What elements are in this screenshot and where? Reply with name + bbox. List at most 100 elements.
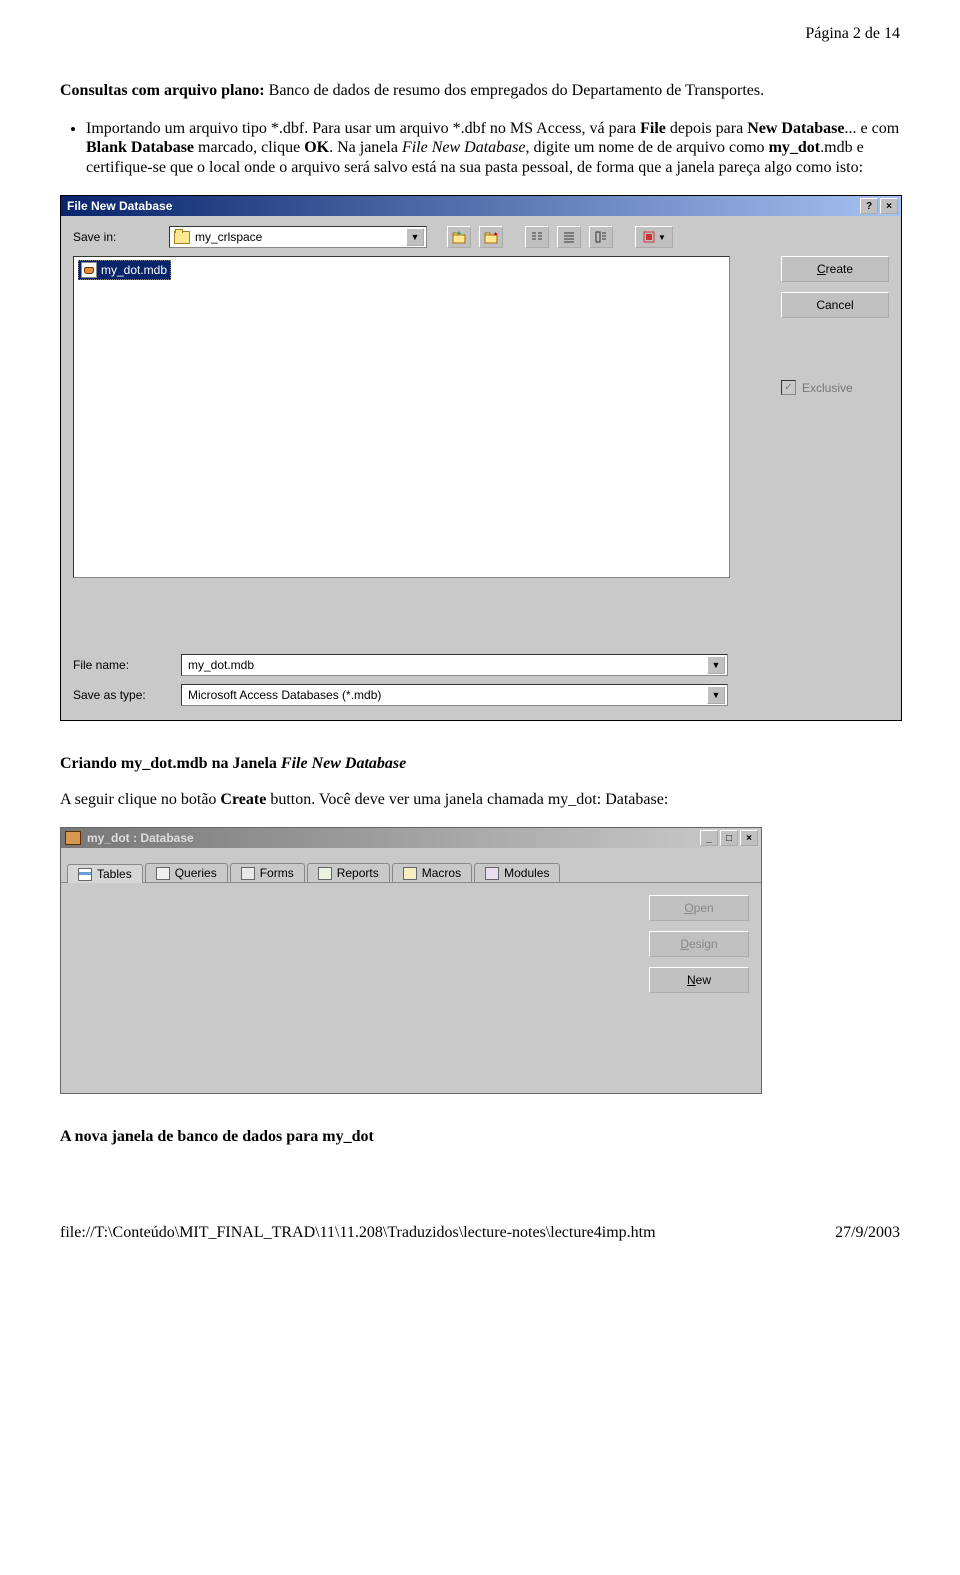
query-icon — [156, 867, 170, 880]
bullet-text-6: , digite um nome de de arquivo como — [526, 139, 769, 156]
new-folder-button[interactable]: ★ — [479, 226, 503, 248]
footer-date: 27/9/2003 — [835, 1224, 900, 1242]
caption-2: A nova janela de banco de dados para my_… — [60, 1128, 900, 1146]
properties-button[interactable] — [589, 226, 613, 248]
file-name-field[interactable]: my_dot.mdb ▼ — [181, 654, 728, 676]
dialog-titlebar: File New Database ? × — [61, 196, 901, 216]
macro-icon — [403, 867, 417, 880]
database-window: my_dot : Database _ □ × Tables Queries F… — [60, 827, 762, 1094]
module-icon — [485, 867, 499, 880]
intro-paragraph: Consultas com arquivo plano: Banco de da… — [60, 81, 900, 101]
svg-text:★: ★ — [493, 231, 498, 238]
paragraph-2: A seguir clique no botão Create button. … — [60, 791, 900, 809]
intro-rest: Banco de dados de resumo dos empregados … — [265, 82, 764, 99]
para2-mid: button. Você deve ver uma janela chamada… — [266, 791, 668, 808]
folder-icon — [174, 231, 190, 244]
create-underline: C — [817, 262, 826, 276]
tab-forms[interactable]: Forms — [230, 863, 305, 882]
bullet-item: Importando um arquivo tipo *.dbf. Para u… — [86, 119, 900, 178]
database-file-icon — [81, 262, 97, 278]
list-view-button[interactable] — [525, 226, 549, 248]
para2-pre: A seguir clique no botão — [60, 791, 220, 808]
open-rest: pen — [694, 901, 714, 915]
design-button: Design — [649, 931, 749, 957]
tab-reports[interactable]: Reports — [307, 863, 390, 882]
chevron-down-icon[interactable]: ▼ — [707, 656, 725, 674]
new-u: N — [687, 973, 696, 987]
table-icon — [78, 868, 92, 881]
tab-queries[interactable]: Queries — [145, 863, 228, 882]
bullet-italic-filenew: File New Database — [402, 139, 526, 156]
tab-macros[interactable]: Macros — [392, 863, 472, 882]
bullet-text-2: depois para — [666, 120, 747, 137]
help-button[interactable]: ? — [860, 198, 878, 214]
new-button[interactable]: New — [649, 967, 749, 993]
save-in-value: my_crlspace — [195, 230, 262, 244]
tab-label: Queries — [175, 866, 217, 880]
bullet-bold-newdb: New Database — [747, 120, 844, 137]
bullet-text-3: ... e com — [845, 120, 900, 137]
bullet-bold-blank: Blank Database — [86, 139, 194, 156]
bullet-text-1: Importando um arquivo tipo *.dbf. Para u… — [86, 120, 640, 137]
up-folder-button[interactable] — [447, 226, 471, 248]
tab-label: Macros — [422, 866, 461, 880]
database-icon — [65, 831, 81, 845]
create-button[interactable]: Create — [781, 256, 889, 282]
exclusive-checkbox: ✓ — [781, 380, 796, 395]
chevron-down-icon[interactable]: ▼ — [406, 228, 424, 246]
details-view-button[interactable] — [557, 226, 581, 248]
open-button: Open — [649, 895, 749, 921]
bullet-bold-file: File — [640, 120, 666, 137]
file-name-label: File name: — [73, 658, 173, 672]
caption-2-bold: A nova janela de banco de dados para my_… — [60, 1128, 374, 1145]
close-button[interactable]: × — [740, 830, 758, 846]
save-as-type-value: Microsoft Access Databases (*.mdb) — [188, 688, 381, 702]
save-in-label: Save in: — [73, 230, 161, 244]
para2-bold: Create — [220, 791, 266, 808]
page-number: Página 2 de 14 — [60, 0, 900, 43]
file-item-label: my_dot.mdb — [101, 263, 167, 277]
caption-1: Criando my_dot.mdb na Janela File New Da… — [60, 755, 900, 773]
minimize-button[interactable]: _ — [700, 830, 718, 846]
file-item-selected[interactable]: my_dot.mdb — [78, 260, 171, 280]
design-rest: esign — [689, 937, 718, 951]
caption-1-italic: File New Database — [281, 755, 406, 772]
tab-label: Reports — [337, 866, 379, 880]
close-button[interactable]: × — [880, 198, 898, 214]
tab-bar: Tables Queries Forms Reports Macros Modu… — [61, 848, 761, 883]
maximize-button[interactable]: □ — [720, 830, 738, 846]
file-list-pane[interactable]: my_dot.mdb — [73, 256, 730, 578]
exclusive-checkbox-row: ✓ Exclusive — [781, 380, 889, 395]
tab-label: Modules — [504, 866, 549, 880]
tab-label: Forms — [260, 866, 294, 880]
cancel-button[interactable]: Cancel — [781, 292, 889, 318]
save-as-type-field[interactable]: Microsoft Access Databases (*.mdb) ▼ — [181, 684, 728, 706]
new-rest: ew — [696, 973, 711, 987]
report-icon — [318, 867, 332, 880]
save-as-type-label: Save as type: — [73, 688, 173, 702]
file-name-value: my_dot.mdb — [188, 658, 254, 672]
save-in-combo[interactable]: my_crlspace ▼ — [169, 226, 427, 248]
window-title: my_dot : Database — [87, 831, 194, 845]
file-new-database-dialog: File New Database ? × Save in: my_crlspa… — [60, 195, 902, 721]
form-icon — [241, 867, 255, 880]
intro-bold: Consultas com arquivo plano: — [60, 82, 265, 99]
footer-path: file://T:\Conteúdo\MIT_FINAL_TRAD\11\11.… — [60, 1224, 656, 1242]
design-u: D — [680, 937, 689, 951]
chevron-down-icon: ▼ — [658, 233, 666, 242]
exclusive-label: Exclusive — [802, 381, 853, 395]
open-u: O — [684, 901, 693, 915]
dialog-title: File New Database — [67, 199, 172, 213]
tab-label: Tables — [97, 867, 132, 881]
tab-tables[interactable]: Tables — [67, 864, 143, 883]
bullet-bold-ok: OK — [304, 139, 329, 156]
bullet-text-5: . Na janela — [329, 139, 402, 156]
caption-1-bold: Criando my_dot.mdb na Janela — [60, 755, 281, 772]
bullet-text-4: marcado, clique — [194, 139, 304, 156]
create-rest: reate — [826, 262, 853, 276]
tab-modules[interactable]: Modules — [474, 863, 560, 882]
tools-menu-button[interactable]: ▼ — [635, 226, 673, 248]
window-titlebar: my_dot : Database _ □ × — [61, 828, 761, 848]
chevron-down-icon[interactable]: ▼ — [707, 686, 725, 704]
bullet-bold-mydot: my_dot — [769, 139, 821, 156]
